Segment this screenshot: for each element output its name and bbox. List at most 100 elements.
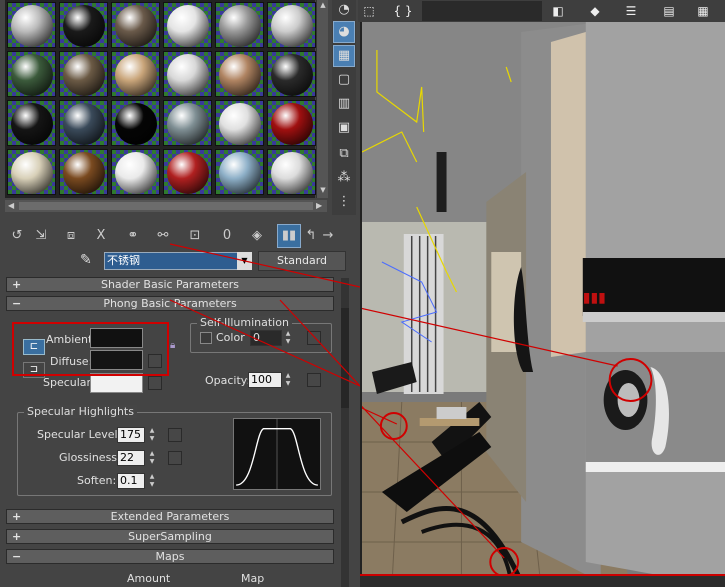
opacity-map-button[interactable]	[307, 373, 321, 387]
slots-horizontal-scrollbar[interactable]: ◀ ▶	[5, 200, 327, 212]
material-slot[interactable]	[111, 100, 160, 146]
material-slot[interactable]	[163, 51, 212, 97]
scroll-up-icon[interactable]: ▲	[318, 1, 328, 11]
rollout-toggle-sign: −	[12, 550, 22, 563]
material-slot[interactable]	[7, 2, 56, 48]
scroll-left-icon[interactable]: ◀	[8, 201, 14, 210]
spinner-arrows-icon[interactable]: ▲ ▼	[148, 450, 156, 466]
options-icon[interactable]: ⧉	[334, 144, 354, 164]
eyedropper-icon[interactable]: ✎	[80, 252, 98, 270]
material-slot[interactable]	[215, 149, 264, 195]
material-slot[interactable]	[215, 51, 264, 97]
material-name-dropdown-icon[interactable]: ▼	[237, 252, 252, 270]
video-color-check-icon[interactable]: ▥	[334, 94, 354, 114]
specular-map-button[interactable]	[148, 376, 162, 390]
specular-level-value[interactable]: 175	[117, 427, 145, 443]
make-unique-2-icon[interactable]: ⚯	[152, 225, 174, 247]
soften-value[interactable]: 0.1	[117, 473, 145, 489]
rollout-toggle-sign: +	[12, 278, 22, 291]
specular-level-map-button[interactable]	[168, 428, 182, 442]
rollout-extended[interactable]: + Extended Parameters	[6, 509, 334, 524]
rollout-supersampling[interactable]: + SuperSampling	[6, 529, 334, 544]
material-slot[interactable]	[7, 149, 56, 195]
self-illum-value[interactable]: 0	[250, 330, 282, 346]
material-slot[interactable]	[163, 100, 212, 146]
material-slot[interactable]	[111, 149, 160, 195]
spinner-arrows-icon[interactable]: ▲ ▼	[284, 372, 292, 388]
rollout-scrollbar[interactable]	[341, 278, 349, 587]
rollout-maps[interactable]: − Maps	[6, 549, 334, 564]
material-slot[interactable]	[59, 100, 108, 146]
material-slot[interactable]	[59, 149, 108, 195]
material-sphere-preview	[115, 54, 157, 96]
put-to-library-icon[interactable]: ⊡	[184, 225, 206, 247]
specular-color-swatch[interactable]	[90, 373, 143, 393]
self-illum-map-button[interactable]	[307, 331, 321, 345]
self-illumination-title: Self-Illumination	[197, 316, 292, 329]
get-material-icon[interactable]: ↺	[6, 225, 28, 247]
show-map-icon[interactable]: ◈	[246, 225, 268, 247]
sample-type-icon[interactable]: ◔	[334, 0, 354, 20]
highlight-box-ambient-diffuse	[12, 322, 169, 376]
lock-icon[interactable]: 🔒︎	[170, 340, 175, 351]
reset-map-button[interactable]: X	[90, 225, 112, 247]
perspective-viewport[interactable]: ▮▮▮	[360, 22, 725, 587]
material-slot[interactable]	[267, 51, 316, 97]
material-slot[interactable]	[215, 100, 264, 146]
put-to-scene-icon[interactable]: ⇲	[30, 225, 52, 247]
scroll-right-icon[interactable]: ▶	[316, 201, 322, 210]
go-forward-sibling-icon[interactable]: →	[322, 225, 334, 247]
specular-level-label: Specular Level:	[37, 428, 122, 441]
go-to-parent-icon[interactable]: ↰	[300, 225, 322, 247]
material-sphere-preview	[63, 5, 105, 47]
mirror-icon[interactable]: ◧	[548, 1, 568, 21]
select-icon[interactable]: ⬚	[360, 1, 378, 21]
rollout-toggle-sign: +	[12, 530, 22, 543]
select-by-material-icon[interactable]: ⁂	[334, 168, 354, 188]
make-preview-icon[interactable]: ▣	[334, 118, 354, 138]
glossiness-map-button[interactable]	[168, 451, 182, 465]
curve-editor-icon[interactable]: ▤	[658, 1, 680, 21]
material-slot[interactable]	[7, 100, 56, 146]
material-slot[interactable]	[7, 51, 56, 97]
material-slot[interactable]	[267, 100, 316, 146]
material-slot[interactable]	[111, 51, 160, 97]
schematic-icon[interactable]: ▦	[692, 1, 714, 21]
scroll-down-icon[interactable]: ▼	[318, 186, 328, 196]
material-slot[interactable]	[267, 149, 316, 195]
rollout-shader-basic[interactable]: + Shader Basic Parameters	[6, 277, 334, 292]
material-slot[interactable]	[59, 51, 108, 97]
material-navigator-icon[interactable]: ⋮	[334, 192, 354, 212]
material-slot[interactable]	[163, 149, 212, 195]
slots-vertical-scrollbar[interactable]: ▲ ▼	[316, 0, 328, 198]
opacity-value[interactable]: 100	[248, 372, 282, 388]
align-icon[interactable]: ◆	[584, 1, 606, 21]
material-type-button[interactable]: Standard	[258, 251, 346, 271]
material-slot[interactable]	[111, 2, 160, 48]
background-icon[interactable]: ▦	[333, 45, 355, 67]
assign-to-selection-icon[interactable]: ⧈	[60, 225, 82, 247]
sample-uv-tiling-icon[interactable]: ▢	[334, 70, 354, 90]
curly-brace-icon[interactable]: { }	[392, 1, 414, 21]
rollout-phong-basic[interactable]: − Phong Basic Parameters	[6, 296, 334, 311]
glossiness-value[interactable]: 22	[117, 450, 145, 466]
scroll-thumb[interactable]	[19, 202, 313, 210]
layers-icon[interactable]: ☰	[620, 1, 642, 21]
self-illum-color-checkbox[interactable]	[200, 332, 212, 344]
material-name-field[interactable]: 不锈钢	[104, 252, 238, 270]
material-slot[interactable]	[163, 2, 212, 48]
spinner-arrows-icon[interactable]: ▲ ▼	[284, 330, 292, 346]
material-slot[interactable]	[267, 2, 316, 48]
material-slot[interactable]	[215, 2, 264, 48]
effects-channel-button[interactable]: 0	[216, 225, 238, 247]
show-end-result-icon[interactable]: ▮▮	[277, 224, 301, 248]
spinner-arrows-icon[interactable]: ▲ ▼	[148, 427, 156, 443]
material-sphere-preview	[63, 103, 105, 145]
material-slot[interactable]	[59, 2, 108, 48]
side-toolbar: ◔ ◕ ▦ ▢ ▥ ▣ ⧉ ⁂ ⋮	[332, 0, 356, 215]
rollout-scroll-thumb[interactable]	[341, 308, 349, 408]
make-unique-icon[interactable]: ⚭	[122, 225, 144, 247]
named-selection-dropdown[interactable]	[422, 1, 542, 21]
spinner-arrows-icon[interactable]: ▲ ▼	[148, 473, 156, 489]
backlight-icon[interactable]: ◕	[333, 21, 355, 43]
